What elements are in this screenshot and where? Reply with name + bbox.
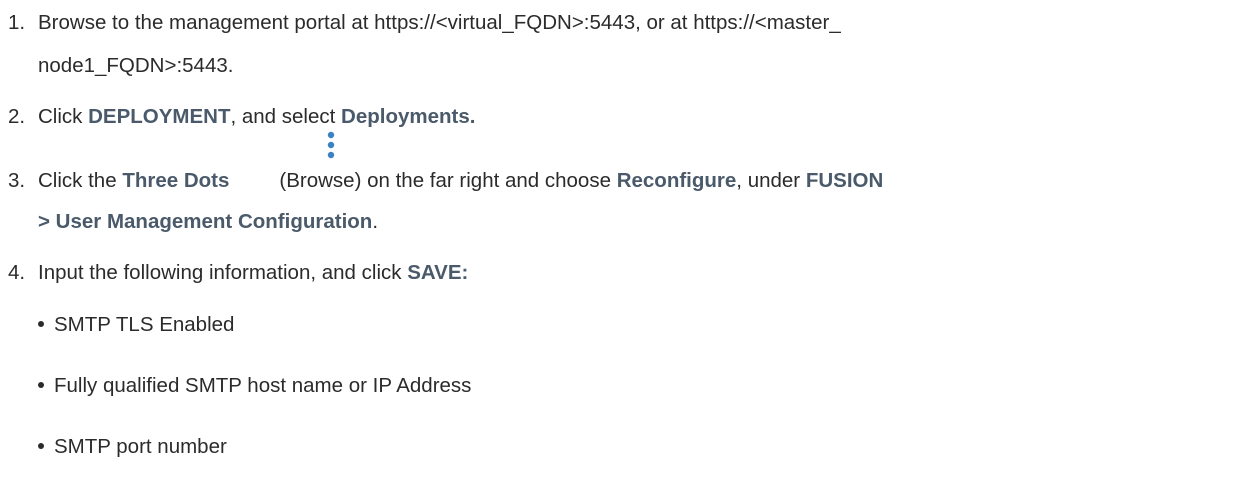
- bullet-icon: [38, 442, 44, 449]
- list-item: Fully qualified SMTP host name or IP Add…: [38, 372, 471, 400]
- bullet-icon: [38, 320, 44, 327]
- step-text-part: , and select: [230, 105, 342, 128]
- user-management-configuration-keyword: > User Management Configuration: [38, 210, 373, 233]
- step-text: Input the following information, and cli…: [38, 259, 468, 287]
- step-text: > User Management Configuration.: [38, 208, 378, 236]
- bullet-icon: [38, 381, 44, 388]
- step-text: Click DEPLOYMENT, and select Deployments…: [38, 103, 475, 131]
- step-text-part: (Browse) on the far right and choose: [279, 169, 617, 192]
- step-text: node1_FQDN>:5443.: [38, 54, 234, 77]
- reconfigure-keyword: Reconfigure: [616, 169, 737, 192]
- step-text: Browse to the management portal at https…: [38, 11, 841, 34]
- step-number: 4.: [8, 261, 26, 284]
- list-item: SMTP port number: [38, 433, 227, 461]
- step-text-part: Input the following information, and cli…: [38, 261, 408, 284]
- fusion-keyword: FUSION: [805, 169, 884, 192]
- step-number: 3.: [8, 169, 26, 192]
- step-number: 2.: [8, 105, 26, 128]
- step-text: Click the Three Dots (Browse) on the far …: [38, 167, 883, 195]
- three-dots-vertical-icon: [327, 131, 335, 159]
- save-keyword: SAVE:: [407, 261, 469, 284]
- step-text-part: , under: [736, 169, 806, 192]
- step-number: 1.: [8, 11, 26, 34]
- three-dots-keyword: Three Dots: [122, 169, 230, 192]
- list-item: SMTP TLS Enabled: [38, 311, 234, 339]
- step-text-part: .: [372, 210, 379, 233]
- step-text-part: Click: [38, 105, 89, 128]
- instruction-document: 1. Browse to the management portal at ht…: [0, 0, 1250, 484]
- step-text-part: Click the: [38, 169, 123, 192]
- bullet-text: SMTP port number: [54, 435, 227, 458]
- bullet-text: SMTP TLS Enabled: [54, 313, 235, 336]
- deployments-keyword: Deployments.: [341, 105, 476, 128]
- deployment-keyword: DEPLOYMENT: [88, 105, 231, 128]
- bullet-text: Fully qualified SMTP host name or IP Add…: [54, 374, 472, 397]
